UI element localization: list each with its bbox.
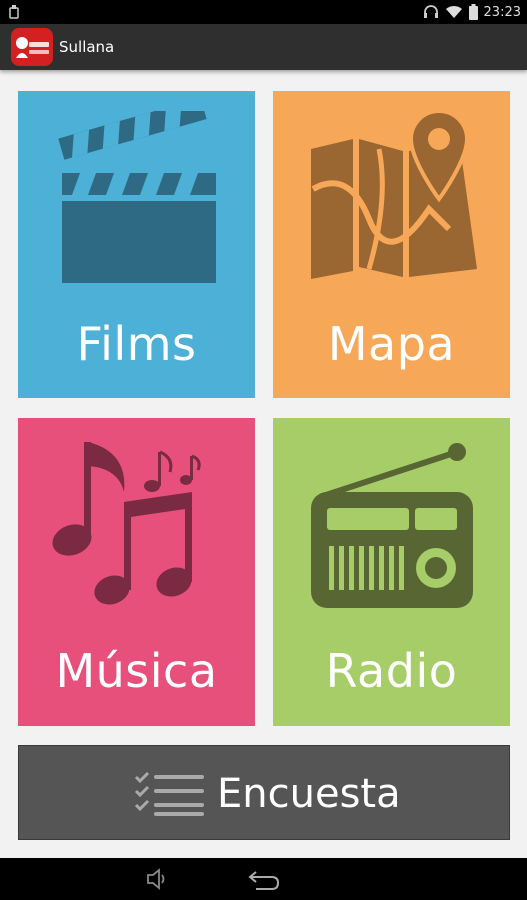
checklist-icon: [134, 772, 204, 816]
radio-icon: [311, 443, 473, 608]
status-bar: 23:23: [0, 0, 527, 24]
navigation-bar: [0, 858, 527, 900]
map-pin-icon: [311, 109, 477, 279]
musica-label: Música: [55, 644, 218, 698]
volume-icon[interactable]: [146, 866, 168, 892]
encuesta-label: Encuesta: [217, 771, 401, 817]
musica-tile[interactable]: Música: [18, 418, 255, 726]
usb-icon: [9, 5, 19, 19]
films-label: Films: [76, 317, 197, 371]
clock: 23:23: [483, 4, 521, 20]
mapa-tile[interactable]: Mapa: [273, 91, 510, 398]
films-tile[interactable]: Films: [18, 91, 255, 398]
headset-icon: [423, 5, 438, 18]
back-icon[interactable]: [248, 866, 280, 892]
encuesta-button[interactable]: Encuesta: [18, 745, 510, 840]
battery-icon: [468, 4, 478, 20]
wifi-icon: [445, 5, 462, 18]
app-logo-icon[interactable]: [11, 28, 53, 66]
radio-label: Radio: [325, 644, 458, 698]
app-title: Sullana: [59, 38, 115, 56]
mapa-label: Mapa: [327, 317, 456, 371]
clapperboard-icon: [58, 111, 216, 283]
action-bar: Sullana: [0, 24, 527, 70]
music-notes-icon: [52, 442, 201, 605]
radio-tile[interactable]: Radio: [273, 418, 510, 726]
